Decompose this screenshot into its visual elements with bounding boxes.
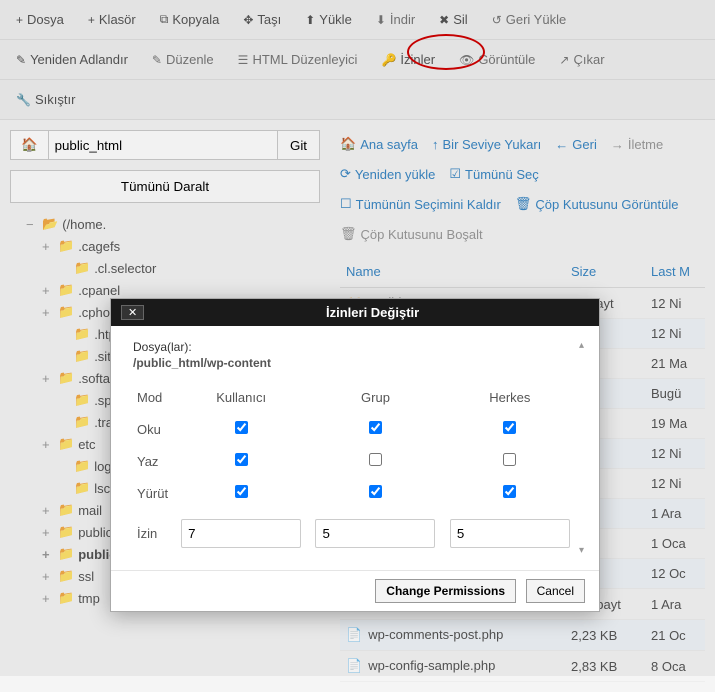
header-world: Herkes (443, 382, 577, 413)
permissions-modal: ✕ İzinleri Değiştir Dosya(lar): /public_… (110, 298, 600, 612)
perm-group-input[interactable] (315, 519, 435, 548)
perm-world-checkbox[interactable] (503, 453, 516, 466)
scroll-indicator: ▴▾ (579, 340, 593, 556)
perm-label: İzin (133, 509, 174, 556)
perm-group-checkbox[interactable] (369, 421, 382, 434)
header-mode: Mod (133, 382, 174, 413)
perm-user-checkbox[interactable] (235, 485, 248, 498)
perm-group-checkbox[interactable] (369, 485, 382, 498)
perm-row-label: Yaz (133, 445, 174, 477)
file-path: /public_html/wp-content (133, 356, 577, 370)
modal-title: İzinleri Değiştir (156, 305, 589, 320)
perm-user-input[interactable] (181, 519, 301, 548)
files-label: Dosya(lar): (133, 340, 577, 354)
cancel-button[interactable]: Cancel (526, 579, 585, 603)
perm-world-checkbox[interactable] (503, 421, 516, 434)
header-group: Grup (308, 382, 442, 413)
perm-group-checkbox[interactable] (369, 453, 382, 466)
header-user: Kullanıcı (174, 382, 308, 413)
perm-user-checkbox[interactable] (235, 421, 248, 434)
perm-row-label: Oku (133, 413, 174, 445)
perm-world-input[interactable] (450, 519, 570, 548)
close-icon[interactable]: ✕ (121, 305, 144, 320)
perm-row-label: Yürüt (133, 477, 174, 509)
perm-user-checkbox[interactable] (235, 453, 248, 466)
perm-world-checkbox[interactable] (503, 485, 516, 498)
change-permissions-button[interactable]: Change Permissions (375, 579, 516, 603)
